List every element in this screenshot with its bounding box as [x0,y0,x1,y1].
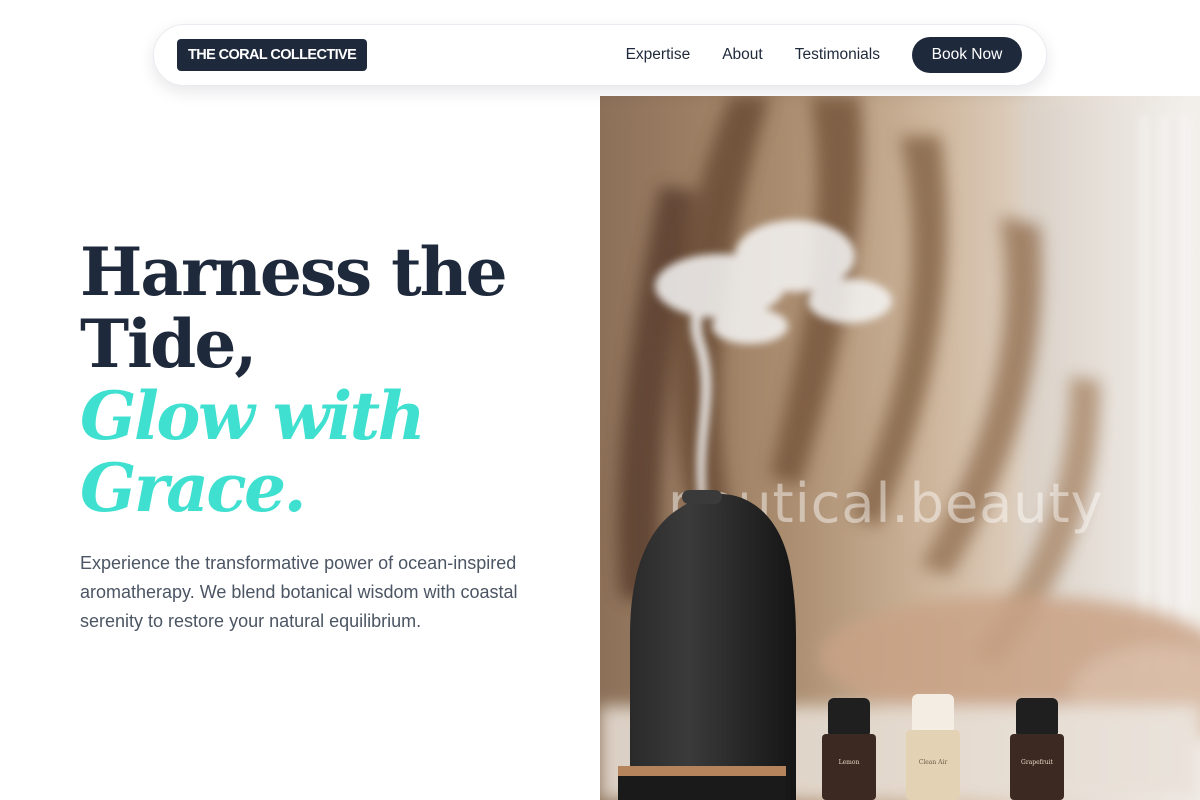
nav-link-expertise[interactable]: Expertise [626,46,691,64]
nav-link-about[interactable]: About [722,46,763,64]
hero-title-line-1: Harness the [80,233,508,311]
oil-bottle-lemon: Lemon [822,698,876,800]
oil-bottle-clean-air: Clean Air [906,694,960,800]
diffuser-photo-illustration: nautical.beauty Lemon Clean Air Grapefru… [600,96,1200,800]
nav-link-testimonials[interactable]: Testimonials [795,46,880,64]
nav-links: Expertise About Testimonials Book Now [626,37,1022,73]
bottle-label-grapefruit: Grapefruit [1021,759,1054,766]
hero-description: Experience the transformative power of o… [80,553,518,631]
bottle-label-lemon: Lemon [839,759,860,766]
hero-accent-line-1: Glow with [80,377,426,455]
bottle-label-clean-air: Clean Air [919,759,948,766]
hero-title: Harness the Tide, Glow with Grace. [80,236,580,524]
hero-accent-line-2: Grace. [80,449,307,527]
oil-bottle-grapefruit: Grapefruit [1010,698,1064,800]
hero-image: nautical.beauty Lemon Clean Air Grapefru… [600,96,1200,800]
book-now-button[interactable]: Book Now [912,37,1022,73]
top-nav: THE CORAL COLLECTIVE Expertise About Tes… [153,24,1047,86]
brand-logo[interactable]: THE CORAL COLLECTIVE [177,39,368,71]
hero-title-line-2: Tide, [80,305,257,383]
